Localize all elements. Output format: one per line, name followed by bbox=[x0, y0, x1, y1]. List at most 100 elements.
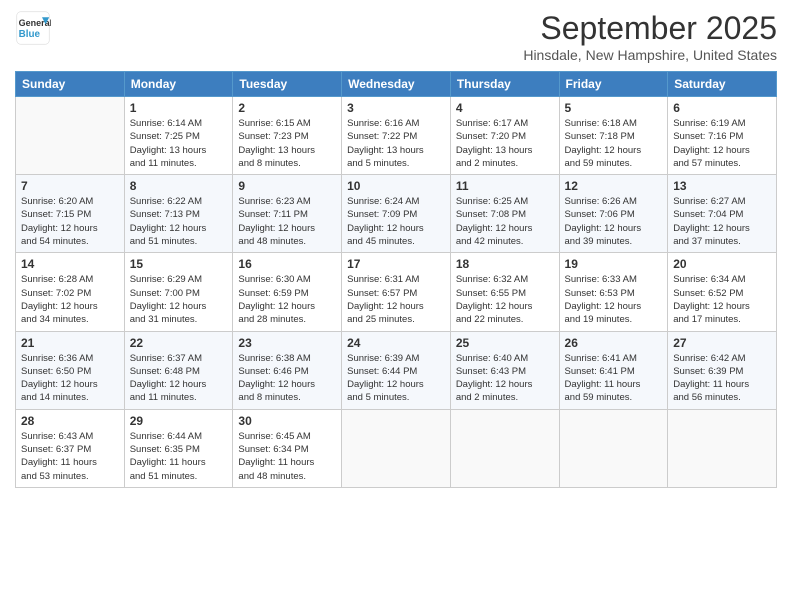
day-number: 6 bbox=[673, 101, 771, 115]
calendar-cell: 19 Sunrise: 6:33 AM Sunset: 6:53 PM Dayli… bbox=[559, 253, 668, 331]
day-number: 18 bbox=[456, 257, 554, 271]
calendar-cell: 7 Sunrise: 6:20 AM Sunset: 7:15 PM Daylig… bbox=[16, 175, 125, 253]
title-section: September 2025 Hinsdale, New Hampshire, … bbox=[523, 10, 777, 63]
calendar-cell bbox=[668, 409, 777, 487]
day-info: Sunrise: 6:40 AM Sunset: 6:43 PM Dayligh… bbox=[456, 352, 554, 405]
calendar-cell: 8Sunrise: 6:22 AM Sunset: 7:13 PM Daylig… bbox=[124, 175, 233, 253]
subtitle: Hinsdale, New Hampshire, United States bbox=[523, 47, 777, 63]
day-info: Sunrise: 6:15 AM Sunset: 7:23 PM Dayligh… bbox=[238, 117, 336, 170]
day-number: 13 bbox=[673, 179, 771, 193]
weekday-saturday: Saturday bbox=[668, 72, 777, 97]
calendar-cell: 21 Sunrise: 6:36 AM Sunset: 6:50 PM Dayli… bbox=[16, 331, 125, 409]
day-info: Sunrise: 6:27 AM Sunset: 7:04 PM Dayligh… bbox=[673, 195, 771, 248]
day-number: 14 bbox=[21, 257, 119, 271]
weekday-monday: Monday bbox=[124, 72, 233, 97]
calendar-cell: 18 Sunrise: 6:32 AM Sunset: 6:55 PM Dayli… bbox=[450, 253, 559, 331]
day-number: 2 bbox=[238, 101, 336, 115]
day-info: Sunrise: 6:33 AM Sunset: 6:53 PM Dayligh… bbox=[565, 273, 663, 326]
weekday-friday: Friday bbox=[559, 72, 668, 97]
calendar-cell: 6 Sunrise: 6:19 AM Sunset: 7:16 PM Daylig… bbox=[668, 97, 777, 175]
calendar-cell: 11Sunrise: 6:25 AM Sunset: 7:08 PM Dayli… bbox=[450, 175, 559, 253]
calendar-cell: 22 Sunrise: 6:37 AM Sunset: 6:48 PM Dayli… bbox=[124, 331, 233, 409]
day-number: 20 bbox=[673, 257, 771, 271]
day-number: 15 bbox=[130, 257, 228, 271]
calendar-week-4: 21 Sunrise: 6:36 AM Sunset: 6:50 PM Dayli… bbox=[16, 331, 777, 409]
day-info: Sunrise: 6:25 AM Sunset: 7:08 PM Dayligh… bbox=[456, 195, 554, 248]
calendar-cell: 28Sunrise: 6:43 AM Sunset: 6:37 PM Dayli… bbox=[16, 409, 125, 487]
weekday-thursday: Thursday bbox=[450, 72, 559, 97]
day-info: Sunrise: 6:19 AM Sunset: 7:16 PM Dayligh… bbox=[673, 117, 771, 170]
day-info: Sunrise: 6:38 AM Sunset: 6:46 PM Dayligh… bbox=[238, 352, 336, 405]
day-info: Sunrise: 6:18 AM Sunset: 7:18 PM Dayligh… bbox=[565, 117, 663, 170]
day-info: Sunrise: 6:28 AM Sunset: 7:02 PM Dayligh… bbox=[21, 273, 119, 326]
calendar-cell: 24 Sunrise: 6:39 AM Sunset: 6:44 PM Dayli… bbox=[342, 331, 451, 409]
day-info: Sunrise: 6:31 AM Sunset: 6:57 PM Dayligh… bbox=[347, 273, 445, 326]
calendar-cell: 3 Sunrise: 6:16 AM Sunset: 7:22 PM Daylig… bbox=[342, 97, 451, 175]
day-info: Sunrise: 6:44 AM Sunset: 6:35 PM Dayligh… bbox=[130, 430, 228, 483]
calendar-cell: 25Sunrise: 6:40 AM Sunset: 6:43 PM Dayli… bbox=[450, 331, 559, 409]
day-info: Sunrise: 6:16 AM Sunset: 7:22 PM Dayligh… bbox=[347, 117, 445, 170]
calendar-cell: 17 Sunrise: 6:31 AM Sunset: 6:57 PM Dayli… bbox=[342, 253, 451, 331]
calendar-week-3: 14 Sunrise: 6:28 AM Sunset: 7:02 PM Dayli… bbox=[16, 253, 777, 331]
day-number: 9 bbox=[238, 179, 336, 193]
day-number: 17 bbox=[347, 257, 445, 271]
header: General Blue September 2025 Hinsdale, Ne… bbox=[15, 10, 777, 63]
day-info: Sunrise: 6:45 AM Sunset: 6:34 PM Dayligh… bbox=[238, 430, 336, 483]
day-number: 30 bbox=[238, 414, 336, 428]
day-number: 22 bbox=[130, 336, 228, 350]
weekday-wednesday: Wednesday bbox=[342, 72, 451, 97]
day-number: 21 bbox=[21, 336, 119, 350]
day-info: Sunrise: 6:32 AM Sunset: 6:55 PM Dayligh… bbox=[456, 273, 554, 326]
day-number: 27 bbox=[673, 336, 771, 350]
day-info: Sunrise: 6:36 AM Sunset: 6:50 PM Dayligh… bbox=[21, 352, 119, 405]
calendar-cell bbox=[559, 409, 668, 487]
day-number: 24 bbox=[347, 336, 445, 350]
calendar-cell: 4Sunrise: 6:17 AM Sunset: 7:20 PM Daylig… bbox=[450, 97, 559, 175]
day-info: Sunrise: 6:20 AM Sunset: 7:15 PM Dayligh… bbox=[21, 195, 119, 248]
calendar-week-5: 28Sunrise: 6:43 AM Sunset: 6:37 PM Dayli… bbox=[16, 409, 777, 487]
calendar-cell: 27 Sunrise: 6:42 AM Sunset: 6:39 PM Dayli… bbox=[668, 331, 777, 409]
calendar: SundayMondayTuesdayWednesdayThursdayFrid… bbox=[15, 71, 777, 488]
calendar-cell: 10 Sunrise: 6:24 AM Sunset: 7:09 PM Dayli… bbox=[342, 175, 451, 253]
calendar-week-1: 1Sunrise: 6:14 AM Sunset: 7:25 PM Daylig… bbox=[16, 97, 777, 175]
day-info: Sunrise: 6:24 AM Sunset: 7:09 PM Dayligh… bbox=[347, 195, 445, 248]
day-number: 3 bbox=[347, 101, 445, 115]
calendar-cell: 13 Sunrise: 6:27 AM Sunset: 7:04 PM Dayli… bbox=[668, 175, 777, 253]
day-number: 7 bbox=[21, 179, 119, 193]
calendar-cell: 9Sunrise: 6:23 AM Sunset: 7:11 PM Daylig… bbox=[233, 175, 342, 253]
svg-text:Blue: Blue bbox=[19, 29, 41, 40]
day-number: 5 bbox=[565, 101, 663, 115]
day-info: Sunrise: 6:41 AM Sunset: 6:41 PM Dayligh… bbox=[565, 352, 663, 405]
calendar-cell bbox=[450, 409, 559, 487]
day-info: Sunrise: 6:37 AM Sunset: 6:48 PM Dayligh… bbox=[130, 352, 228, 405]
day-number: 1 bbox=[130, 101, 228, 115]
day-number: 12 bbox=[565, 179, 663, 193]
day-number: 19 bbox=[565, 257, 663, 271]
calendar-cell: 5 Sunrise: 6:18 AM Sunset: 7:18 PM Daylig… bbox=[559, 97, 668, 175]
day-info: Sunrise: 6:30 AM Sunset: 6:59 PM Dayligh… bbox=[238, 273, 336, 326]
page: General Blue September 2025 Hinsdale, Ne… bbox=[0, 0, 792, 612]
logo: General Blue bbox=[15, 10, 51, 46]
calendar-cell: 30 Sunrise: 6:45 AM Sunset: 6:34 PM Dayli… bbox=[233, 409, 342, 487]
weekday-tuesday: Tuesday bbox=[233, 72, 342, 97]
day-number: 10 bbox=[347, 179, 445, 193]
day-info: Sunrise: 6:39 AM Sunset: 6:44 PM Dayligh… bbox=[347, 352, 445, 405]
day-info: Sunrise: 6:22 AM Sunset: 7:13 PM Dayligh… bbox=[130, 195, 228, 248]
day-info: Sunrise: 6:34 AM Sunset: 6:52 PM Dayligh… bbox=[673, 273, 771, 326]
calendar-cell: 16Sunrise: 6:30 AM Sunset: 6:59 PM Dayli… bbox=[233, 253, 342, 331]
day-info: Sunrise: 6:42 AM Sunset: 6:39 PM Dayligh… bbox=[673, 352, 771, 405]
calendar-cell: 12Sunrise: 6:26 AM Sunset: 7:06 PM Dayli… bbox=[559, 175, 668, 253]
day-number: 29 bbox=[130, 414, 228, 428]
main-title: September 2025 bbox=[523, 10, 777, 47]
day-info: Sunrise: 6:17 AM Sunset: 7:20 PM Dayligh… bbox=[456, 117, 554, 170]
day-number: 26 bbox=[565, 336, 663, 350]
calendar-cell bbox=[342, 409, 451, 487]
day-number: 23 bbox=[238, 336, 336, 350]
weekday-sunday: Sunday bbox=[16, 72, 125, 97]
calendar-cell: 23 Sunrise: 6:38 AM Sunset: 6:46 PM Dayli… bbox=[233, 331, 342, 409]
calendar-cell: 1Sunrise: 6:14 AM Sunset: 7:25 PM Daylig… bbox=[124, 97, 233, 175]
calendar-cell: 20 Sunrise: 6:34 AM Sunset: 6:52 PM Dayli… bbox=[668, 253, 777, 331]
day-info: Sunrise: 6:29 AM Sunset: 7:00 PM Dayligh… bbox=[130, 273, 228, 326]
day-number: 28 bbox=[21, 414, 119, 428]
logo-icon: General Blue bbox=[15, 10, 51, 46]
